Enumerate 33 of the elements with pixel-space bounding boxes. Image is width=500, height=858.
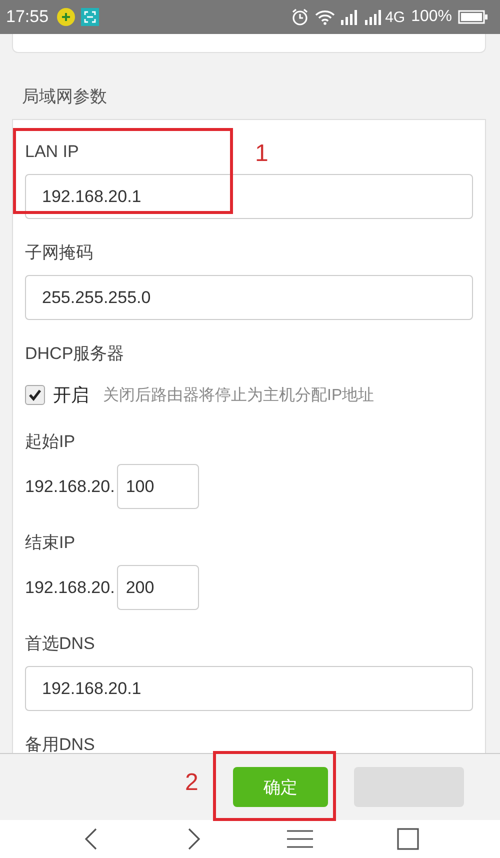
battery-icon bbox=[458, 10, 488, 24]
ip-prefix: 192.168.20. bbox=[25, 476, 115, 496]
step-number: 1 bbox=[255, 140, 268, 168]
input-field[interactable]: 192.168.20.1 bbox=[25, 174, 473, 219]
plus-icon bbox=[56, 8, 75, 26]
field-label: 备用DNS bbox=[25, 734, 95, 753]
ip-prefix: 192.168.20. bbox=[25, 578, 115, 598]
network-type: 4G bbox=[385, 8, 406, 26]
clock-time: 17:55 bbox=[6, 7, 49, 27]
wifi-icon bbox=[315, 9, 336, 25]
field-label: 结束IP bbox=[25, 532, 76, 554]
signal-icon bbox=[365, 9, 384, 25]
battery-level: 100% bbox=[411, 8, 452, 26]
signal-icon bbox=[341, 9, 360, 25]
hint-text: 关闭后路由器将停止为主机分配IP地址 bbox=[103, 386, 374, 406]
alarm-icon bbox=[291, 8, 310, 26]
section-title: 局域网参数 bbox=[21, 86, 108, 108]
step-number: 2 bbox=[185, 769, 198, 797]
check-icon bbox=[28, 388, 42, 402]
checkbox-label: 开启 bbox=[53, 384, 89, 407]
menu-icon[interactable] bbox=[286, 829, 314, 849]
scan-icon bbox=[80, 8, 99, 26]
input-field[interactable]: 192.168.20.1 bbox=[25, 666, 473, 711]
input-field[interactable]: 255.255.255.0 bbox=[25, 275, 473, 320]
field-label: 子网掩码 bbox=[25, 242, 93, 264]
field-label: 首选DNS bbox=[25, 633, 95, 655]
input-field[interactable]: 100 bbox=[116, 464, 199, 509]
checkbox[interactable] bbox=[25, 385, 45, 405]
field-label: DHCP服务器 bbox=[25, 343, 124, 365]
input-field[interactable]: 200 bbox=[116, 565, 199, 610]
field-label: 起始IP bbox=[25, 431, 76, 453]
field-label: LAN IP bbox=[25, 141, 79, 163]
tabs-icon[interactable] bbox=[396, 828, 419, 850]
